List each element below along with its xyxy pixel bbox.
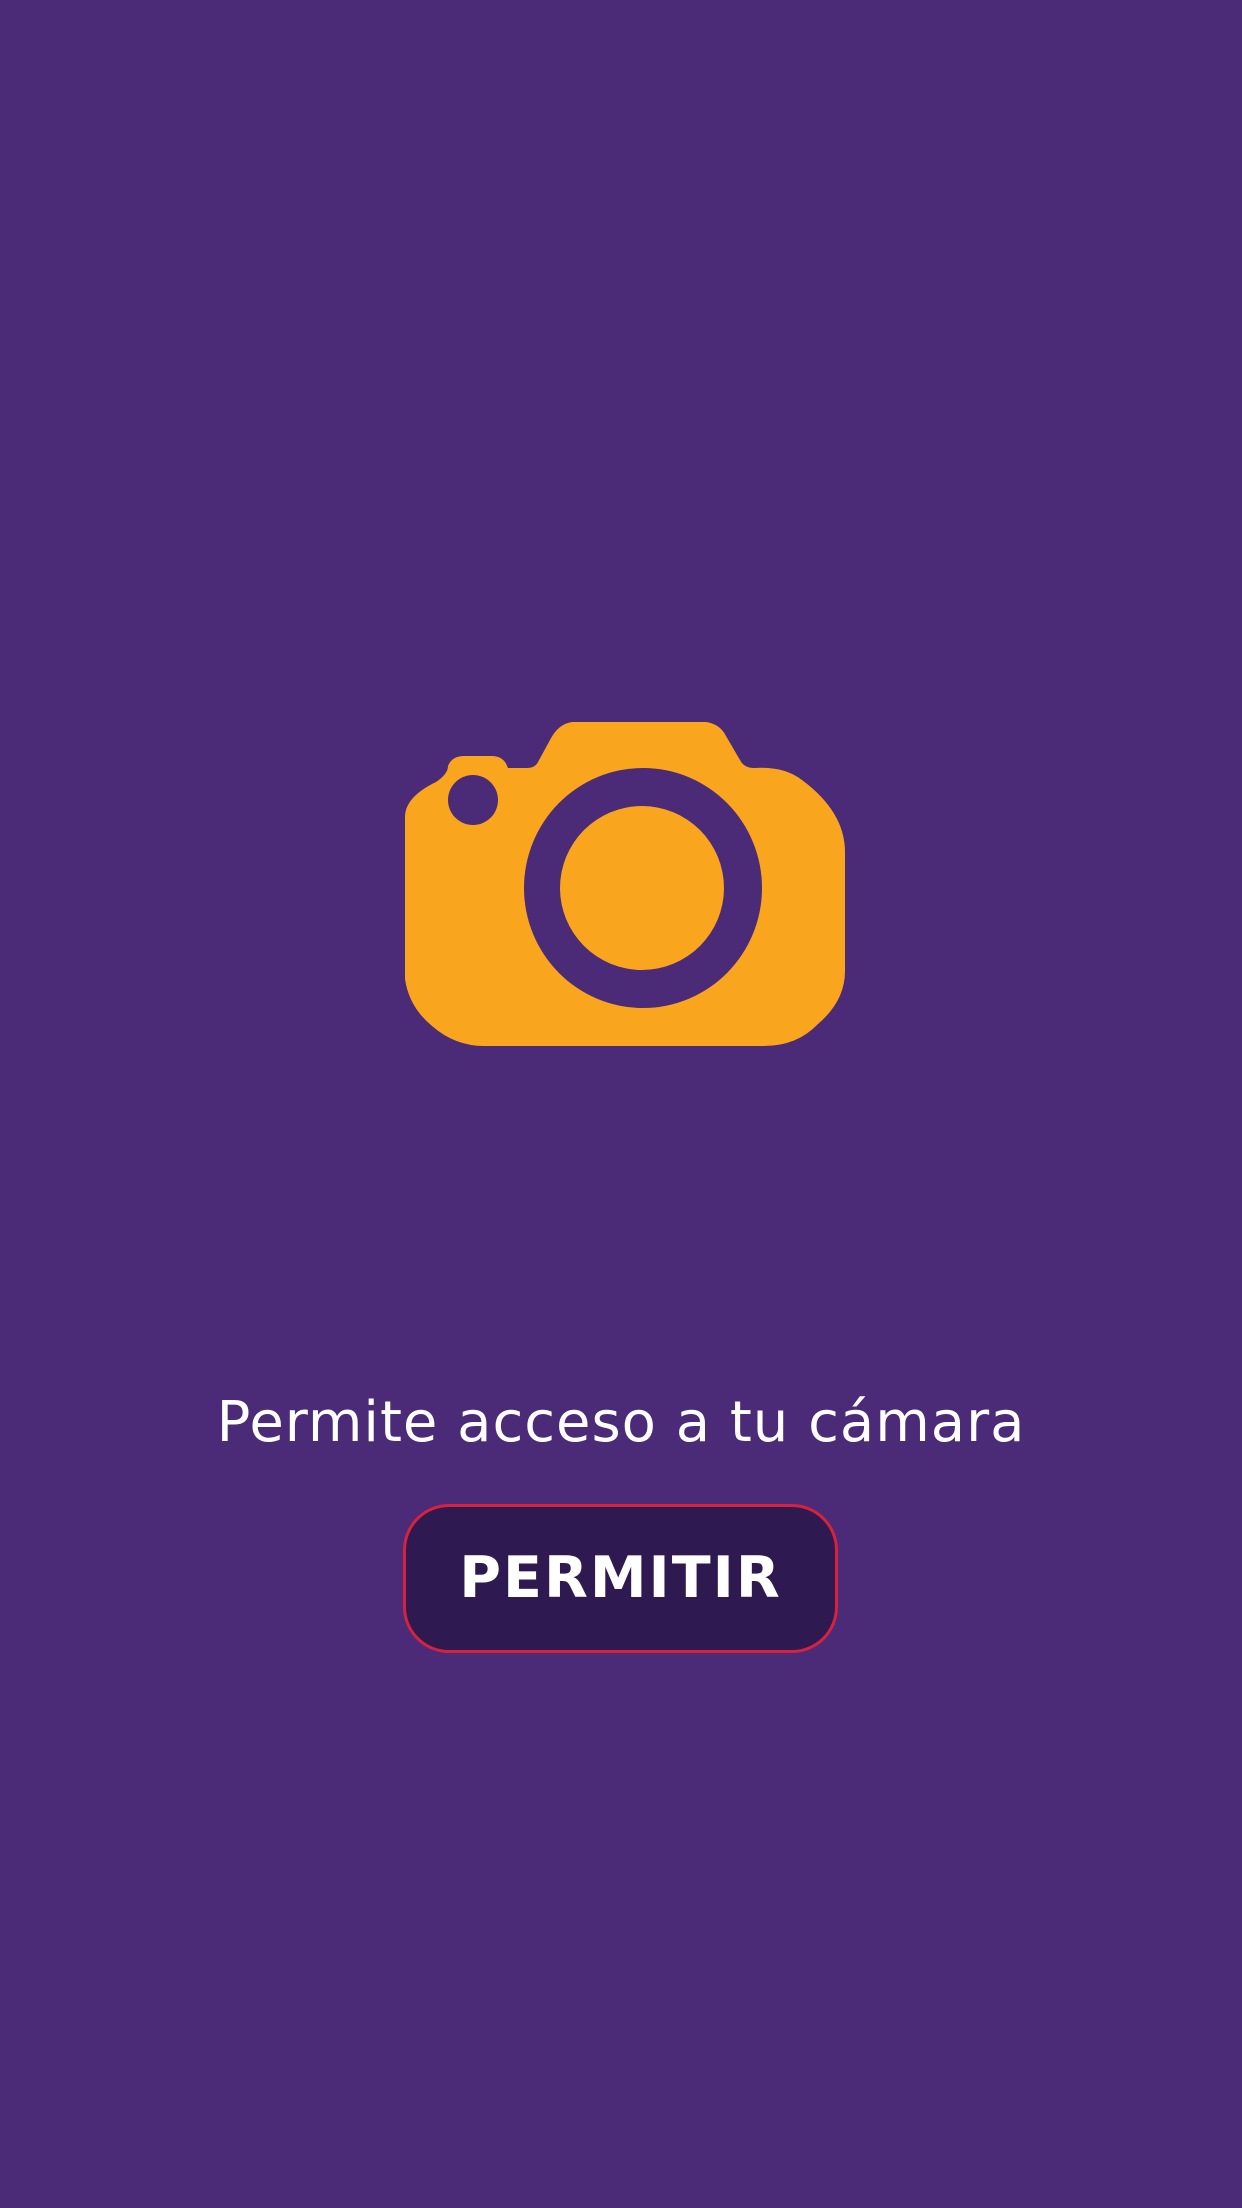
camera-permission-message: Permite acceso a tu cámara bbox=[216, 1390, 1026, 1455]
camera-icon bbox=[405, 722, 845, 1046]
allow-button[interactable]: PERMITIR bbox=[403, 1504, 838, 1653]
allow-button-label: PERMITIR bbox=[459, 1545, 782, 1611]
camera-permission-screen: Permite acceso a tu cámara PERMITIR bbox=[0, 0, 1242, 2208]
